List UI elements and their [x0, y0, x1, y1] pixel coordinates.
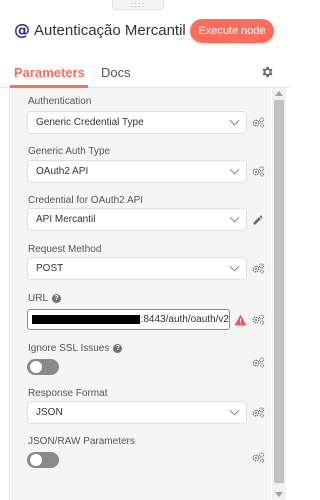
gears-icon[interactable] [252, 117, 265, 128]
generic-auth-type-label: Generic Auth Type [28, 146, 111, 157]
settings-gear-icon[interactable] [260, 65, 274, 79]
url-label: URL ? [28, 293, 62, 304]
gears-icon[interactable] [252, 166, 265, 177]
response-format-value: JSON [36, 407, 63, 418]
toggle-knob [30, 454, 42, 466]
credential-label: Credential for OAuth2 API [28, 195, 144, 206]
warning-triangle-icon [234, 314, 247, 326]
tab-parameters[interactable]: Parameters [14, 65, 85, 80]
ignore-ssl-toggle[interactable] [27, 359, 59, 375]
url-input[interactable]: :8443/auth/oauth/v2 [27, 309, 230, 330]
ignore-ssl-label: Ignore SSL Issues ? [28, 343, 123, 354]
request-method-select[interactable]: POST [27, 257, 247, 280]
gears-icon[interactable] [252, 452, 265, 463]
drag-handle[interactable]: :::: [112, 0, 164, 10]
chevron-down-icon [229, 115, 240, 126]
question-circle-icon[interactable]: ? [52, 294, 62, 303]
question-circle-icon[interactable]: ? [113, 344, 123, 353]
scroll-down-arrow-icon[interactable] [275, 492, 283, 497]
ignore-ssl-label-text: Ignore SSL Issues [28, 343, 110, 354]
json-raw-toggle[interactable] [27, 452, 59, 468]
authentication-select[interactable]: Generic Credential Type [27, 111, 247, 134]
gears-icon[interactable] [252, 357, 265, 368]
json-raw-label: JSON/RAW Parameters [28, 436, 135, 447]
credential-value: API Mercantil [36, 214, 96, 225]
response-format-label: Response Format [28, 388, 108, 399]
chevron-down-icon [229, 164, 240, 175]
toggle-knob [30, 361, 42, 373]
drag-handle-dots: :::: [130, 0, 146, 9]
request-method-label: Request Method [28, 244, 102, 255]
pencil-icon[interactable] [252, 214, 264, 226]
chevron-down-icon [229, 405, 240, 416]
vertical-scrollbar[interactable] [272, 88, 286, 500]
execute-node-button[interactable]: Execute node [190, 19, 274, 43]
request-method-value: POST [36, 263, 64, 274]
node-header: @ Autenticação Mercantil Execute node [0, 14, 290, 48]
generic-auth-type-value: OAuth2 API [36, 166, 89, 177]
chevron-down-icon [229, 261, 240, 272]
gears-icon[interactable] [252, 407, 265, 418]
node-type-icon: @ [14, 20, 30, 39]
url-value: :8443/auth/oauth/v2 [140, 314, 229, 325]
scroll-thumb[interactable] [274, 100, 284, 483]
scroll-up-arrow-icon[interactable] [275, 91, 283, 96]
redacted-url-host [32, 315, 140, 324]
authentication-label: Authentication [28, 96, 92, 107]
authentication-value: Generic Credential Type [36, 117, 144, 128]
gears-icon[interactable] [252, 314, 265, 325]
tab-docs[interactable]: Docs [101, 65, 131, 80]
credential-select[interactable]: API Mercantil [27, 208, 247, 231]
url-label-text: URL [28, 293, 49, 304]
generic-auth-type-select[interactable]: OAuth2 API [27, 160, 247, 183]
gears-icon[interactable] [252, 263, 265, 274]
node-title[interactable]: Autenticação Mercantil [34, 22, 186, 39]
tab-bar: Parameters Docs [0, 58, 290, 88]
chevron-down-icon [229, 212, 240, 223]
parameters-panel: Authentication Generic Credential Type G… [9, 88, 271, 500]
response-format-select[interactable]: JSON [27, 401, 247, 424]
